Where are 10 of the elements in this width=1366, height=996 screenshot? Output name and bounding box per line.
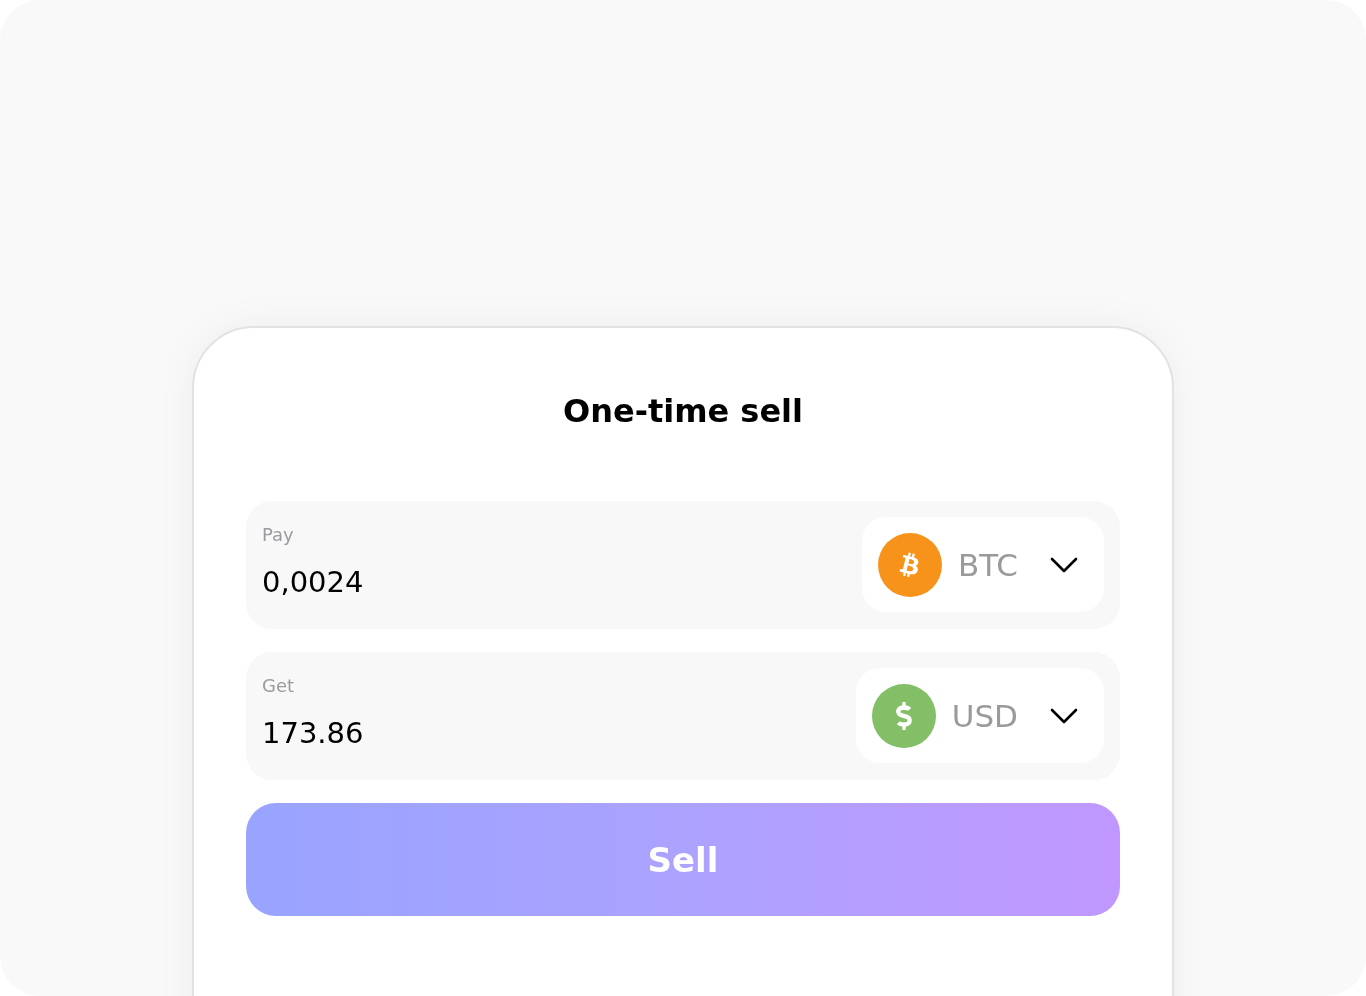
- field-label: Pay: [262, 523, 295, 547]
- chevron-down-icon: [1050, 707, 1078, 724]
- chevron-down-icon: [1050, 556, 1078, 573]
- sell-button[interactable]: Sell: [246, 803, 1120, 916]
- currency-select[interactable]: USD: [855, 668, 1104, 763]
- amount-field[interactable]: 0,0024: [262, 563, 562, 601]
- currency-select[interactable]: BTC: [861, 517, 1104, 612]
- field-label: Get: [262, 674, 296, 698]
- amount-field[interactable]: 173.86: [262, 714, 562, 752]
- card-title: One-time sell: [562, 391, 804, 432]
